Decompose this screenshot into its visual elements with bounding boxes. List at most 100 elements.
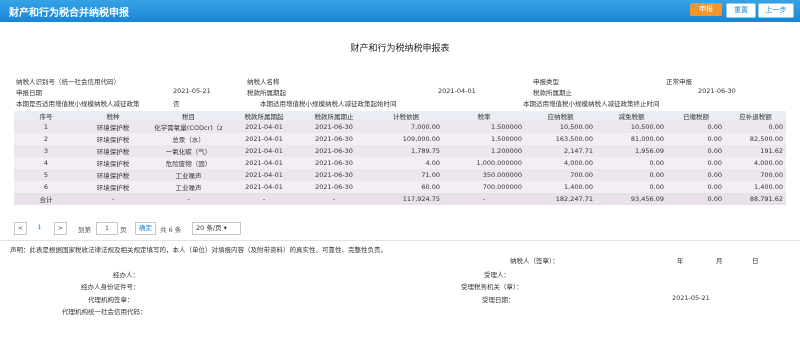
goto-confirm-button[interactable]: 确定 — [135, 222, 156, 235]
column-header: 税款所属期止 — [299, 111, 369, 121]
cell-period-start: 2021-04-01 — [245, 171, 283, 179]
cell-tax-paid: 0.00 — [707, 135, 722, 143]
cell-tax-paid: 0.00 — [707, 159, 722, 167]
cell-tax-due: 700.00 — [760, 171, 783, 179]
cell-period-end: 2021-06-30 — [315, 159, 353, 167]
total-cell: - — [111, 195, 115, 203]
page-size-select[interactable]: 20 条/页 ▾ — [192, 222, 241, 235]
small-scale-value: 否 — [173, 100, 180, 108]
column-header: 税目 — [148, 111, 229, 121]
table-row[interactable]: 4 环境保护税 危险废物（固） 2021-04-01 2021-06-30 4.… — [14, 157, 786, 169]
cell-tax-basis: 7,000.00 — [411, 123, 440, 131]
prev-step-button[interactable]: 上一步 — [758, 3, 794, 18]
column-header: 应补退税额 — [725, 111, 786, 121]
info-row-3: 本期是否适用增值税小规模纳税人减征政策 否 本期适用增值税小规模纳税人减征政策起… — [14, 98, 786, 109]
cell-tax-payable: 2,147.71 — [564, 147, 593, 155]
cell-tax-paid: 0.00 — [707, 147, 722, 155]
tax-table: 序号 税种 税目 税款所属期起 税款所属期止 计税依据 税率 应纳税额 减免税额… — [14, 111, 786, 205]
small-scale-end-label: 本期适用增值税小规模纳税人减征政策终止时间 — [523, 100, 660, 108]
total-label: 合计 — [39, 196, 53, 204]
cell-period-end: 2021-06-30 — [315, 183, 353, 191]
declare-button[interactable]: 申报 — [690, 3, 722, 16]
top-bar: 财产和行为税合并纳税申报 申报 重置 上一步 — [0, 0, 800, 22]
table-row[interactable]: 1 环境保护税 化学需氧量(CODcr)（z 2021-04-01 2021-0… — [14, 121, 786, 133]
cell-period-end: 2021-06-30 — [315, 135, 353, 143]
cell-tax-basis: 109,000.00 — [402, 135, 440, 143]
cell-tax-type: 环境保护税 — [96, 148, 130, 156]
cell-period-start: 2021-04-01 — [245, 159, 283, 167]
column-header: 应纳税额 — [525, 111, 596, 121]
cell-tax-basis: 4.00 — [425, 159, 440, 167]
cell-tax-item: 一氧化碳（气） — [165, 148, 212, 156]
prev-page-button[interactable]: < — [14, 222, 27, 235]
cell-tax-due: 191.62 — [760, 147, 783, 155]
declaration-text: 声明：此表是根据国家税收法律法规及相关规定填写的，本人（单位）对填报内容（及附带… — [10, 246, 387, 254]
taxpayer-id-label: 纳税人识别号（统一社会信用代码） — [16, 78, 120, 86]
cell-tax-rate: 1.500000 — [490, 135, 522, 143]
cell-period-start: 2021-04-01 — [245, 183, 283, 191]
total-tax-basis: 117,924.75 — [402, 195, 440, 203]
cell-tax-rate: 350.000000 — [482, 171, 522, 179]
cell-tax-paid: 0.00 — [707, 123, 722, 131]
cell-tax-rate: 1.200000 — [490, 147, 522, 155]
cell-tax-payable: 10,500.00 — [559, 123, 593, 131]
cell-tax-payable: 1,400.00 — [564, 183, 593, 191]
cell-period-start: 2021-04-01 — [245, 123, 283, 131]
cell-tax-relief: 81,000.00 — [630, 135, 664, 143]
cell-tax-relief: 0.00 — [649, 159, 664, 167]
period-end-label: 税款所属期止 — [533, 89, 572, 97]
total-cell: - — [187, 195, 190, 203]
cell-tax-rate: 1.500000 — [490, 123, 522, 131]
table-row[interactable]: 6 环境保护税 工业噪声 2021-04-01 2021-06-30 60.00… — [14, 181, 786, 193]
column-header: 计税依据 — [369, 111, 443, 121]
handler-label: 经办人： — [113, 271, 139, 279]
agency-sign-label: 代理机构签章： — [88, 296, 134, 304]
total-cell: - — [332, 195, 336, 203]
cell-tax-item: 总汞（水） — [172, 136, 205, 144]
declare-type-value: 正常申报 — [666, 78, 692, 86]
total-tax-relief: 93,456.09 — [630, 195, 664, 203]
cell-index: 2 — [43, 135, 49, 143]
cell-tax-item: 化学需氧量(CODcr)（z — [154, 124, 223, 132]
info-row-2: 申报日期 2021-05-21 税款所属期起 2021-04-01 税款所属期止… — [14, 87, 786, 98]
total-tax-payable: 182,247.71 — [555, 195, 593, 203]
total-cell: - — [482, 195, 486, 203]
receive-date-label: 受理日期： — [482, 296, 515, 304]
period-end-value: 2021-06-30 — [698, 87, 736, 95]
cell-tax-relief: 0.00 — [649, 183, 664, 191]
receive-date-value: 2021-05-21 — [672, 294, 710, 302]
cell-tax-type: 环境保护税 — [96, 124, 130, 132]
table-header-row: 序号 税种 税目 税款所属期起 税款所属期止 计税依据 税率 应纳税额 减免税额… — [14, 111, 786, 121]
cell-tax-type: 环境保护税 — [96, 172, 130, 180]
reset-button[interactable]: 重置 — [726, 3, 756, 18]
cell-tax-due: 82,500.00 — [749, 135, 783, 143]
sign-year-label: 年 — [677, 257, 684, 265]
declare-type-label: 申报类型 — [533, 78, 559, 86]
goto-page-input[interactable]: 1 — [96, 222, 118, 235]
cell-period-start: 2021-04-01 — [245, 135, 283, 143]
chevron-left-icon: < — [17, 224, 24, 232]
sign-day-label: 日 — [752, 257, 759, 265]
current-page[interactable]: 1 — [35, 222, 44, 233]
table-row[interactable]: 5 环境保护税 工业噪声 2021-04-01 2021-06-30 71.00… — [14, 169, 786, 181]
small-scale-start-label: 本期适用增值税小规模纳税人减征政策起始时间 — [260, 100, 397, 108]
cell-tax-relief: 0.00 — [649, 171, 664, 179]
cell-tax-item: 工业噪声 — [175, 184, 202, 192]
cell-tax-payable: 4,000.00 — [564, 159, 593, 167]
cell-tax-type: 环境保护税 — [96, 136, 130, 144]
divider — [0, 240, 800, 241]
cell-tax-due: 0.00 — [768, 123, 783, 131]
table-row[interactable]: 3 环境保护税 一氧化碳（气） 2021-04-01 2021-06-30 1,… — [14, 145, 786, 157]
cell-tax-due: 1,400.00 — [754, 183, 783, 191]
cell-tax-rate: 700.000000 — [482, 183, 522, 191]
taxpayer-info: 纳税人识别号（统一社会信用代码） 纳税人名称 申报类型 正常申报 申报日期 20… — [14, 76, 786, 109]
cell-tax-rate: 1,000.000000 — [476, 159, 523, 167]
cell-index: 4 — [43, 159, 49, 167]
cell-tax-relief: 10,500.00 — [630, 123, 664, 131]
column-header: 税种 — [78, 111, 148, 121]
next-page-button[interactable]: > — [54, 222, 67, 235]
taxpayer-name-label: 纳税人名称 — [247, 78, 280, 86]
total-tax-paid: 0.00 — [707, 195, 722, 203]
info-row-1: 纳税人识别号（统一社会信用代码） 纳税人名称 申报类型 正常申报 — [14, 76, 786, 87]
table-row[interactable]: 2 环境保护税 总汞（水） 2021-04-01 2021-06-30 109,… — [14, 133, 786, 145]
